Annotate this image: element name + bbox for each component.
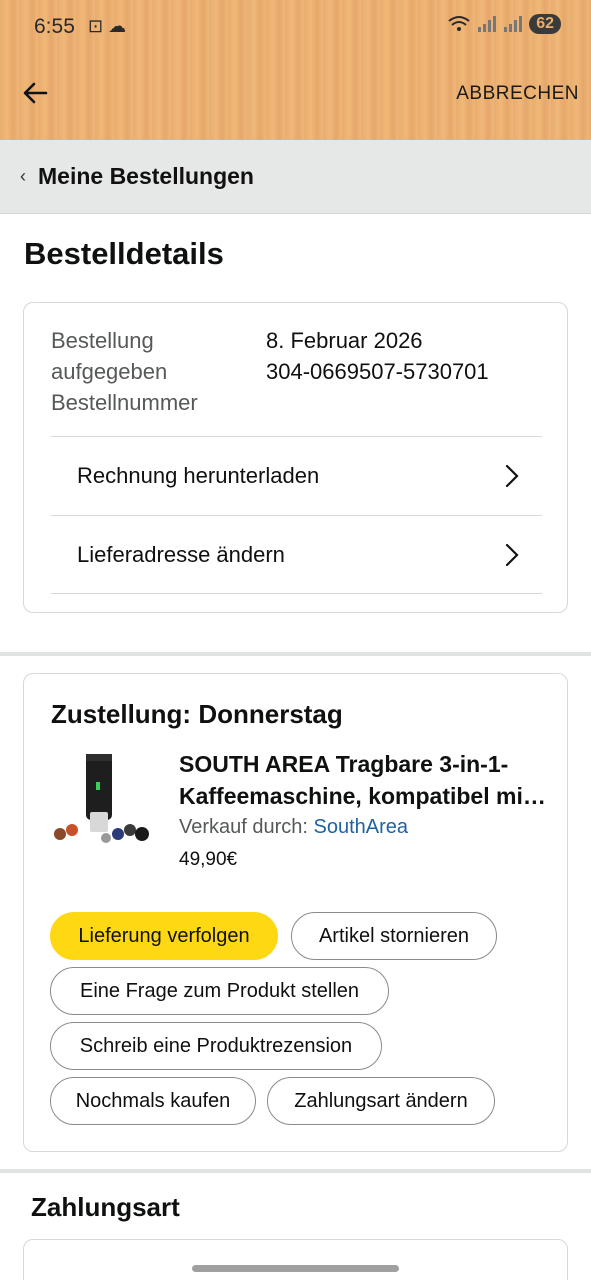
order-summary-card: Bestellung aufgegeben Bestellnummer 8. F… (23, 302, 568, 613)
status-right: 62 (447, 14, 561, 34)
seller-prefix: Verkauf durch: (179, 816, 314, 838)
cancel-button[interactable]: ABBRECHEN (456, 83, 579, 105)
status-time: 6:55 (34, 15, 75, 38)
product-title-line1: SOUTH AREA Tragbare 3-in-1- (179, 751, 509, 777)
chevron-right-icon (505, 543, 519, 567)
breadcrumb-label: Meine Bestellungen (38, 163, 254, 189)
download-invoice-label: Rechnung herunterladen (77, 463, 320, 488)
product-title[interactable]: SOUTH AREA Tragbare 3-in-1- Kaffeemaschi… (179, 748, 549, 812)
order-values: 8. Februar 2026 304-0669507-5730701 (266, 325, 489, 387)
breadcrumb[interactable]: ‹ Meine Bestellungen (0, 140, 591, 214)
order-labels: Bestellung aufgegeben Bestellnummer (51, 325, 198, 418)
change-payment-button[interactable]: Zahlungsart ändern (267, 1077, 495, 1125)
payment-section-title: Zahlungsart (31, 1192, 180, 1222)
order-number-label: Bestellnummer (51, 390, 198, 415)
product-title-line2: Kaffeemaschine, kompatibel mit Nespresso (179, 783, 549, 809)
change-address-label: Lieferadresse ändern (77, 542, 285, 567)
download-invoice-link[interactable]: Rechnung herunterladen (51, 436, 542, 515)
section-divider (0, 1169, 591, 1173)
payment-card (23, 1239, 568, 1280)
delivery-title: Zustellung: Donnerstag (51, 699, 343, 729)
buy-again-button[interactable]: Nochmals kaufen (50, 1077, 256, 1125)
order-number: 304-0669507-5730701 (266, 359, 489, 384)
status-bar: 6:55 ⊡ ☁ 62 (0, 0, 591, 56)
change-address-link[interactable]: Lieferadresse ändern (51, 515, 542, 594)
notification-icons: ⊡ ☁ (88, 16, 127, 36)
product-price: 49,90€ (179, 849, 238, 870)
signal-icon-2 (504, 16, 523, 32)
chevron-right-icon (505, 464, 519, 488)
signal-icon (478, 16, 497, 32)
product-image[interactable] (50, 750, 160, 852)
app-bar: ABBRECHEN (0, 56, 591, 140)
placed-label-line2: aufgegeben (51, 359, 168, 384)
divider (51, 593, 542, 594)
placed-label-line1: Bestellung (51, 328, 154, 353)
page-title: Bestelldetails (24, 236, 224, 271)
track-delivery-button[interactable]: Lieferung verfolgen (50, 912, 278, 960)
home-indicator[interactable] (192, 1265, 399, 1272)
seller-info: Verkauf durch: SouthArea (179, 816, 408, 839)
ask-product-question-button[interactable]: Eine Frage zum Produkt stellen (50, 967, 389, 1015)
cancel-item-button[interactable]: Artikel stornieren (291, 912, 497, 960)
back-arrow-icon[interactable] (20, 78, 50, 108)
wifi-icon (448, 16, 470, 31)
delivery-card: Zustellung: Donnerstag SOUTH AREA Tragba… (23, 673, 568, 1152)
seller-link[interactable]: SouthArea (314, 816, 409, 838)
battery-indicator: 62 (529, 14, 561, 34)
order-date: 8. Februar 2026 (266, 328, 423, 353)
section-divider (0, 652, 591, 656)
chevron-left-icon: ‹ (20, 166, 26, 186)
write-review-button[interactable]: Schreib eine Produktrezension (50, 1022, 382, 1070)
